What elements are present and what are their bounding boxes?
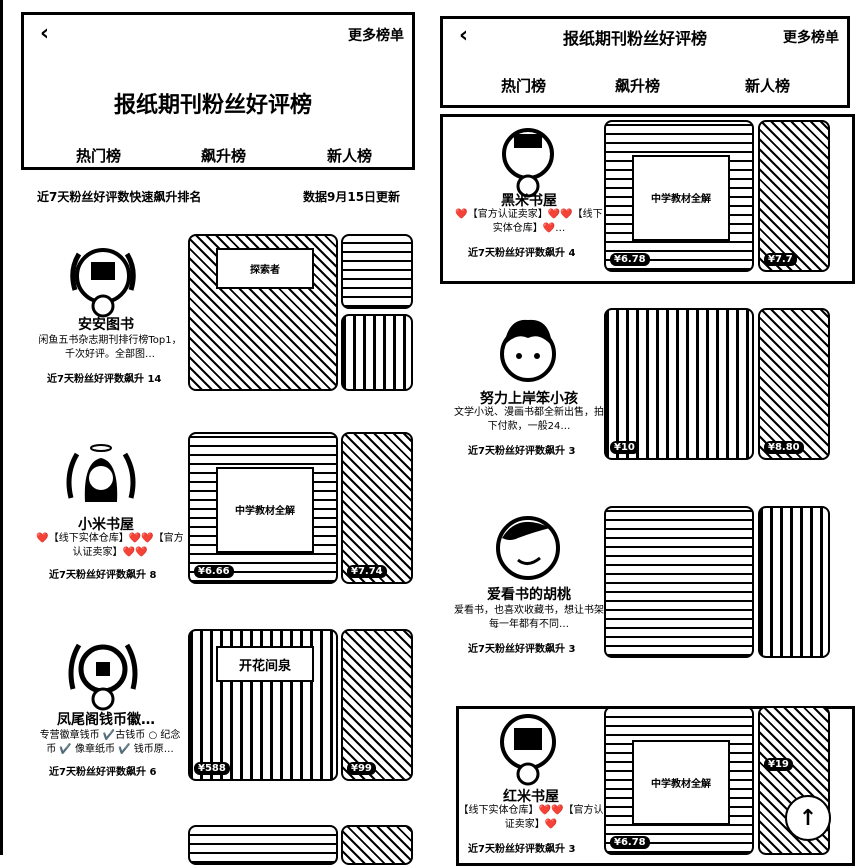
tab-hot[interactable]: 热门榜	[501, 75, 546, 96]
product-thumbnail[interactable]: ¥8.80	[758, 308, 830, 460]
product-label: 开花间泉	[216, 645, 314, 683]
product-thumbnail[interactable]	[188, 825, 338, 865]
back-icon[interactable]: ‹	[459, 23, 468, 48]
left-header: ‹ 更多榜单 报纸期刊粉丝好评榜 热门榜 飙升榜 新人榜	[21, 12, 415, 170]
avatar	[66, 444, 136, 502]
right-header: ‹ 报纸期刊粉丝好评榜 更多榜单 热门榜 飙升榜 新人榜	[440, 16, 850, 108]
shop-rank: 近7天粉丝好评数飙升 8	[49, 570, 157, 581]
product-price: ¥7.74	[347, 565, 387, 578]
product-price: ¥99	[347, 762, 376, 775]
shop-name: 爱看书的胡桃	[487, 587, 571, 603]
shop-card[interactable]: 小米书屋 ❤️【线下实体仓库】❤️❤️【官方认证卖家】❤️❤️ 近7天粉丝好评数…	[3, 430, 423, 590]
scroll-to-top-button[interactable]: ↑	[785, 795, 831, 841]
shop-name: 安安图书	[78, 317, 134, 333]
tab-rising[interactable]: 飙升榜	[615, 75, 660, 96]
tab-rising[interactable]: 飙升榜	[201, 145, 246, 166]
shop-desc: 专营徽章钱币 ✔️古钱币 ○ 纪念币 ✔️ 像章纸币 ✔️ 钱币原…	[39, 730, 181, 755]
product-thumbnail[interactable]: 中学教材全解 ¥6.78	[604, 120, 754, 272]
shop-desc: 【线下实体仓库】❤️❤️【官方认证卖家】❤️	[458, 805, 604, 830]
shop-name: 黑米书屋	[501, 193, 557, 209]
shop-desc: 闲鱼五书杂志期刊排行榜Top1，千次好评。全部图…	[38, 335, 182, 360]
product-thumbnail[interactable]	[758, 506, 830, 658]
tab-new[interactable]: 新人榜	[327, 145, 372, 166]
shop-rank: 近7天粉丝好评数飙升 14	[47, 374, 162, 385]
shop-desc: ❤️【官方认证卖家】❤️❤️【线下实体仓库】❤️…	[455, 209, 603, 234]
product-label: 中学教材全解	[632, 739, 730, 826]
right-panel: ‹ 报纸期刊粉丝好评榜 更多榜单 热门榜 飙升榜 新人榜 黑米书屋 ❤️【官方认…	[432, 0, 855, 866]
avatar	[502, 128, 554, 198]
product-thumbnail[interactable]	[341, 234, 413, 309]
tab-hot[interactable]: 热门榜	[76, 145, 121, 166]
shop-name: 小米书屋	[78, 517, 134, 533]
shop-name: 红米书屋	[503, 789, 559, 805]
product-thumbnail[interactable]: 中学教材全解 ¥6.78	[604, 706, 754, 855]
product-price: ¥19	[764, 758, 793, 771]
product-label: 中学教材全解	[632, 154, 730, 242]
more-rankings-link[interactable]: 更多榜单	[783, 27, 839, 47]
arrow-up-icon: ↑	[798, 805, 818, 831]
more-rankings-link[interactable]: 更多榜单	[348, 25, 404, 45]
shop-desc: 爱看书，也喜欢收藏书，想让书架每一年都有不同…	[454, 605, 604, 630]
rank-subtitle: 近7天粉丝好评数快速飙升排名	[37, 190, 202, 204]
shop-card[interactable]: 努力上岸笨小孩 文学小说、漫画书都全新出售，拍下付款，一般24… 近7天粉丝好评…	[440, 304, 855, 464]
product-thumbnail[interactable]: 探索者	[188, 234, 338, 391]
shop-card[interactable]: 凤尾阁钱币徽… 专营徽章钱币 ✔️古钱币 ○ 纪念币 ✔️ 像章纸币 ✔️ 钱币…	[3, 625, 423, 785]
product-thumbnail[interactable]	[604, 506, 754, 658]
product-price: ¥6.78	[610, 836, 650, 849]
avatar	[68, 643, 138, 711]
product-price: ¥588	[194, 762, 230, 775]
shop-card[interactable]: 黑米书屋 ❤️【官方认证卖家】❤️❤️【线下实体仓库】❤️… 近7天粉丝好评数飙…	[440, 114, 855, 284]
left-panel: ‹ 更多榜单 报纸期刊粉丝好评榜 热门榜 飙升榜 新人榜 近7天粉丝好评数快速飙…	[0, 0, 423, 865]
shop-name: 努力上岸笨小孩	[480, 391, 578, 407]
product-thumbnail[interactable]: ¥7.74	[341, 432, 413, 584]
avatar	[500, 319, 556, 382]
product-thumbnail[interactable]: ¥7.7	[758, 120, 830, 272]
page-title: 报纸期刊粉丝好评榜	[563, 29, 708, 48]
avatar	[70, 248, 136, 318]
avatar	[496, 516, 560, 580]
product-price: ¥10	[610, 441, 639, 454]
product-thumbnail[interactable]	[341, 825, 413, 865]
shop-card[interactable]: 爱看书的胡桃 爱看书，也喜欢收藏书，想让书架每一年都有不同… 近7天粉丝好评数飙…	[440, 504, 855, 664]
product-thumbnail[interactable]: ¥10	[604, 308, 754, 460]
product-price: ¥7.7	[764, 253, 797, 266]
shop-card[interactable]: 安安图书 闲鱼五书杂志期刊排行榜Top1，千次好评。全部图… 近7天粉丝好评数飙…	[3, 228, 423, 398]
shop-rank: 近7天粉丝好评数飙升 3	[468, 446, 576, 457]
shop-name: 凤尾阁钱币徽…	[57, 712, 155, 728]
product-label: 中学教材全解	[216, 466, 314, 554]
shop-rank: 近7天粉丝好评数飙升 3	[468, 844, 576, 855]
product-label: 探索者	[216, 248, 314, 289]
back-icon[interactable]: ‹	[40, 21, 49, 46]
avatar	[500, 714, 556, 786]
product-price: ¥6.66	[194, 565, 234, 578]
shop-desc: 文学小说、漫画书都全新出售，拍下付款，一般24…	[454, 407, 604, 432]
product-thumbnail[interactable]: 中学教材全解 ¥6.66	[188, 432, 338, 584]
product-price: ¥6.78	[610, 253, 650, 266]
product-thumbnail[interactable]	[341, 314, 413, 391]
shop-rank: 近7天粉丝好评数飙升 4	[468, 248, 576, 259]
shop-rank: 近7天粉丝好评数飙升 6	[49, 767, 157, 778]
update-date: 数据9月15日更新	[303, 190, 401, 204]
shop-desc: ❤️【线下实体仓库】❤️❤️【官方认证卖家】❤️❤️	[36, 533, 184, 558]
product-thumbnail[interactable]: 开花间泉 ¥588	[188, 629, 338, 781]
product-thumbnail[interactable]: ¥99	[341, 629, 413, 781]
tab-new[interactable]: 新人榜	[745, 75, 790, 96]
shop-rank: 近7天粉丝好评数飙升 3	[468, 644, 576, 655]
page-title: 报纸期刊粉丝好评榜	[114, 93, 313, 118]
product-price: ¥8.80	[764, 441, 804, 454]
